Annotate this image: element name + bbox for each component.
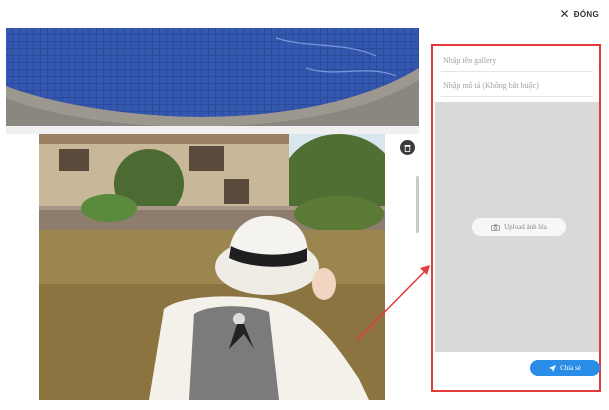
gallery-title-input[interactable]: Nhập tên gallery xyxy=(441,50,593,72)
gallery-description-input[interactable]: Nhập mô tả (Không bắt buộc) xyxy=(441,75,593,97)
create-gallery-panel: Nhập tên gallery Nhập mô tả (Không bắt b… xyxy=(431,44,601,392)
cover-image-dropzone[interactable]: Upload ảnh bìa xyxy=(435,102,599,352)
send-icon xyxy=(549,364,557,372)
close-label: ĐÓNG xyxy=(573,9,599,19)
delete-photo-button[interactable] xyxy=(400,140,415,155)
close-button[interactable]: ✕ ĐÓNG xyxy=(559,8,599,20)
camera-icon xyxy=(491,223,501,231)
share-label: Chia sẻ xyxy=(560,364,581,372)
upload-cover-label: Upload ảnh bìa xyxy=(504,223,547,231)
trash-icon xyxy=(404,144,411,152)
gallery-photo-pool[interactable] xyxy=(6,28,419,126)
gallery-photo-portrait[interactable] xyxy=(39,134,385,400)
share-button[interactable]: Chia sẻ xyxy=(530,360,600,376)
gallery-scrollbar[interactable] xyxy=(416,176,419,233)
upload-cover-button[interactable]: Upload ảnh bìa xyxy=(472,218,566,236)
photo-separator xyxy=(6,126,419,134)
close-icon: ✕ xyxy=(559,7,570,21)
